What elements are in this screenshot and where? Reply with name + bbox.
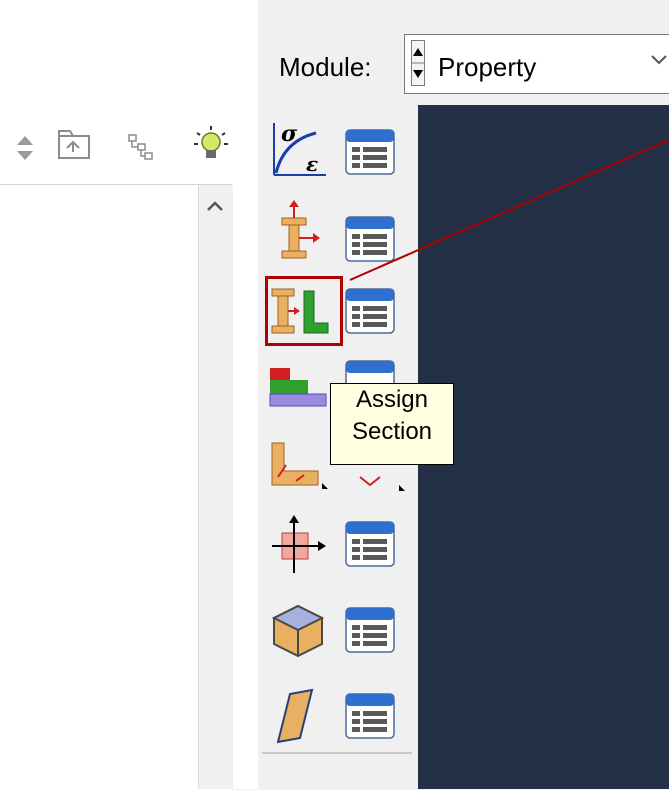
tooltip-line-2: Section xyxy=(351,418,433,445)
tooltip: Assign Section xyxy=(330,383,454,465)
tooltip-line-1: Assign xyxy=(355,386,429,413)
